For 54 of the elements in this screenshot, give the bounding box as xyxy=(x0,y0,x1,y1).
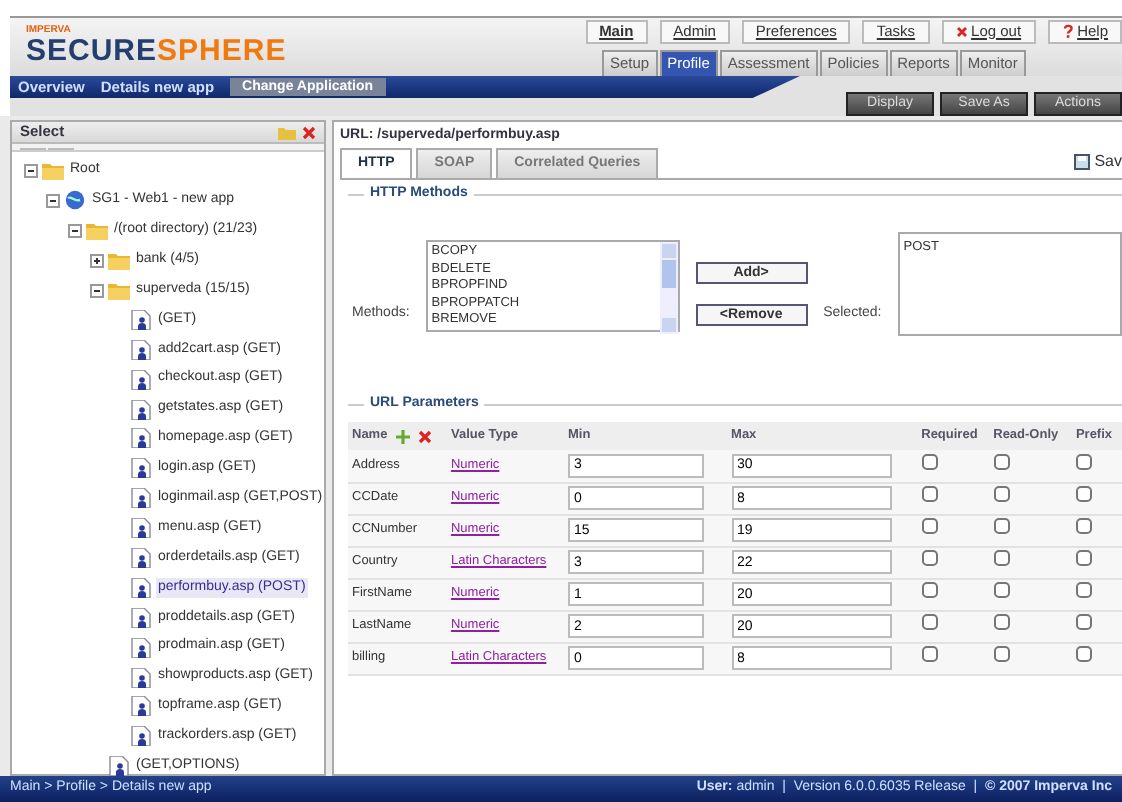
expander-icon[interactable] xyxy=(68,223,82,238)
checkbox[interactable] xyxy=(921,614,938,631)
checkbox[interactable] xyxy=(1075,518,1092,535)
save-link[interactable]: Sav xyxy=(1094,150,1122,174)
folder-icon xyxy=(108,280,130,300)
expander-icon[interactable] xyxy=(90,253,104,268)
checkbox[interactable] xyxy=(1075,453,1092,470)
page-icon xyxy=(130,667,152,688)
page-icon xyxy=(130,369,152,390)
page-icon xyxy=(130,339,152,360)
logo-text: SECURESPHERE xyxy=(26,36,289,66)
expander-icon[interactable] xyxy=(24,163,38,178)
expander-icon[interactable] xyxy=(46,193,60,208)
checkbox[interactable] xyxy=(993,582,1010,599)
checkbox[interactable] xyxy=(1075,614,1092,631)
checkbox[interactable] xyxy=(921,646,938,663)
scrollbar-drawing[interactable] xyxy=(659,242,678,334)
globe-icon xyxy=(64,190,86,211)
checkbox[interactable] xyxy=(993,518,1010,535)
checkbox[interactable] xyxy=(1075,486,1092,503)
page-icon xyxy=(130,577,152,598)
folder-icon xyxy=(86,220,108,241)
checkbox[interactable] xyxy=(993,453,1010,470)
checkbox[interactable] xyxy=(993,550,1010,567)
expander-icon[interactable] xyxy=(90,283,104,297)
page-icon xyxy=(130,458,152,479)
folder-icon xyxy=(108,250,130,271)
page-icon xyxy=(130,548,152,569)
page-icon xyxy=(130,399,152,420)
checkbox[interactable] xyxy=(921,582,938,599)
checkbox[interactable] xyxy=(1075,550,1092,567)
close-icon xyxy=(955,25,968,37)
page-icon xyxy=(130,518,152,539)
page-icon xyxy=(130,726,152,747)
close-icon[interactable] xyxy=(302,125,316,139)
page-icon xyxy=(130,309,152,330)
page-icon xyxy=(130,696,152,717)
page-icon xyxy=(130,607,152,628)
page-icon xyxy=(130,488,152,509)
checkbox[interactable] xyxy=(993,614,1010,631)
checkbox[interactable] xyxy=(993,646,1010,663)
help-icon xyxy=(1061,24,1074,38)
checkbox[interactable] xyxy=(993,486,1010,503)
delete-icon[interactable] xyxy=(417,429,432,443)
checkbox[interactable] xyxy=(1075,646,1092,663)
checkbox[interactable] xyxy=(921,486,938,503)
checkbox[interactable] xyxy=(921,453,938,470)
page-icon xyxy=(130,428,152,449)
checkbox[interactable] xyxy=(921,518,938,535)
page-icon xyxy=(130,637,152,658)
checkbox[interactable] xyxy=(921,550,938,567)
add-icon[interactable] xyxy=(395,429,410,443)
checkbox[interactable] xyxy=(1075,582,1092,599)
folder-icon xyxy=(42,160,64,181)
